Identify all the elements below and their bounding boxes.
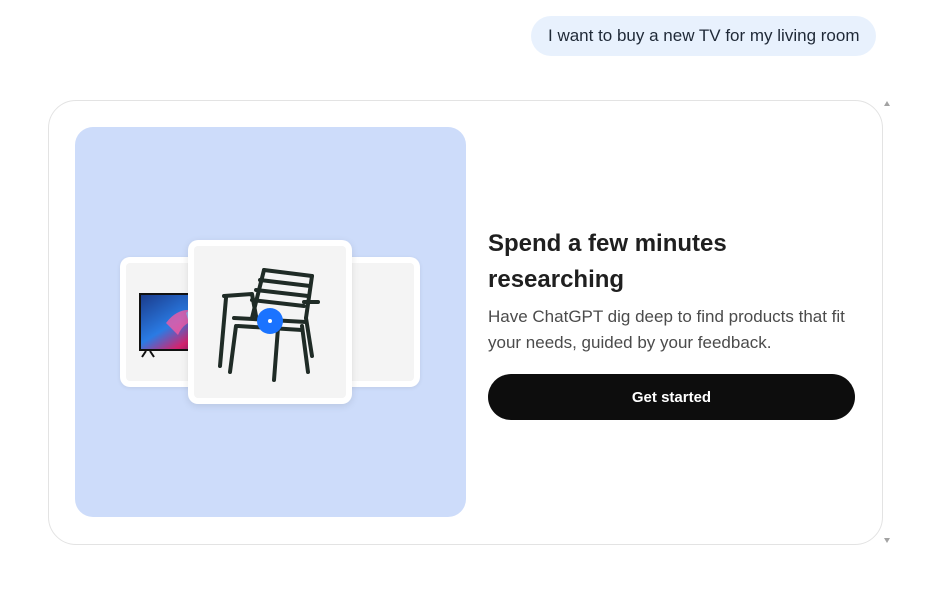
scroll-up-arrow-icon[interactable]	[884, 101, 890, 106]
pointer-cursor-icon	[257, 308, 283, 334]
scroll-down-arrow-icon[interactable]	[884, 538, 890, 543]
user-message-bubble: I want to buy a new TV for my living roo…	[531, 16, 877, 56]
product-illustration	[75, 127, 466, 517]
chat-view: I want to buy a new TV for my living roo…	[0, 0, 928, 595]
get-started-button[interactable]: Get started	[488, 374, 855, 420]
card-description: Have ChatGPT dig deep to find products t…	[488, 307, 845, 352]
card-heading: Spend a few minutes researching	[488, 230, 727, 293]
user-message-text: I want to buy a new TV for my living roo…	[548, 26, 860, 45]
